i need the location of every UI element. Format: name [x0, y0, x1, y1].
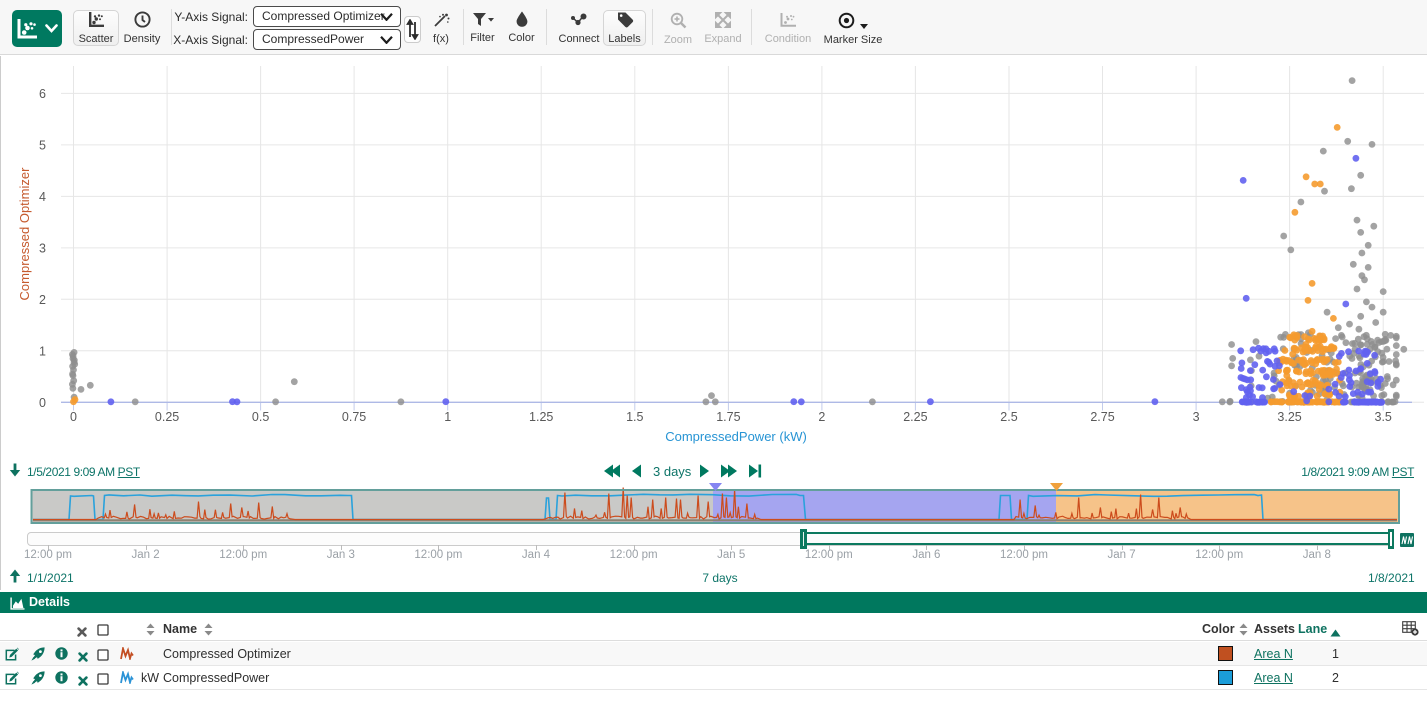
svg-text:3.5: 3.5	[1375, 410, 1392, 424]
svg-text:0.25: 0.25	[155, 410, 179, 424]
svg-text:6: 6	[39, 87, 46, 101]
svg-text:3.25: 3.25	[1277, 410, 1301, 424]
svg-text:2.75: 2.75	[1090, 410, 1114, 424]
svg-text:2.25: 2.25	[903, 410, 927, 424]
svg-text:CompressedPower (kW): CompressedPower (kW)	[665, 429, 807, 444]
svg-text:0.5: 0.5	[252, 410, 269, 424]
svg-text:1.75: 1.75	[716, 410, 740, 424]
svg-text:1.5: 1.5	[626, 410, 643, 424]
svg-text:0.75: 0.75	[342, 410, 366, 424]
svg-text:4: 4	[39, 190, 46, 204]
svg-text:2: 2	[39, 293, 46, 307]
svg-text:5: 5	[39, 138, 46, 152]
svg-text:1: 1	[39, 344, 46, 358]
svg-text:1: 1	[444, 410, 451, 424]
svg-text:1.25: 1.25	[529, 410, 553, 424]
svg-text:3: 3	[1193, 410, 1200, 424]
svg-text:0: 0	[70, 410, 77, 424]
svg-text:2: 2	[818, 410, 825, 424]
svg-text:2.5: 2.5	[1000, 410, 1017, 424]
svg-text:Compressed Optimizer: Compressed Optimizer	[17, 167, 32, 301]
svg-text:0: 0	[39, 396, 46, 410]
svg-text:3: 3	[39, 241, 46, 255]
